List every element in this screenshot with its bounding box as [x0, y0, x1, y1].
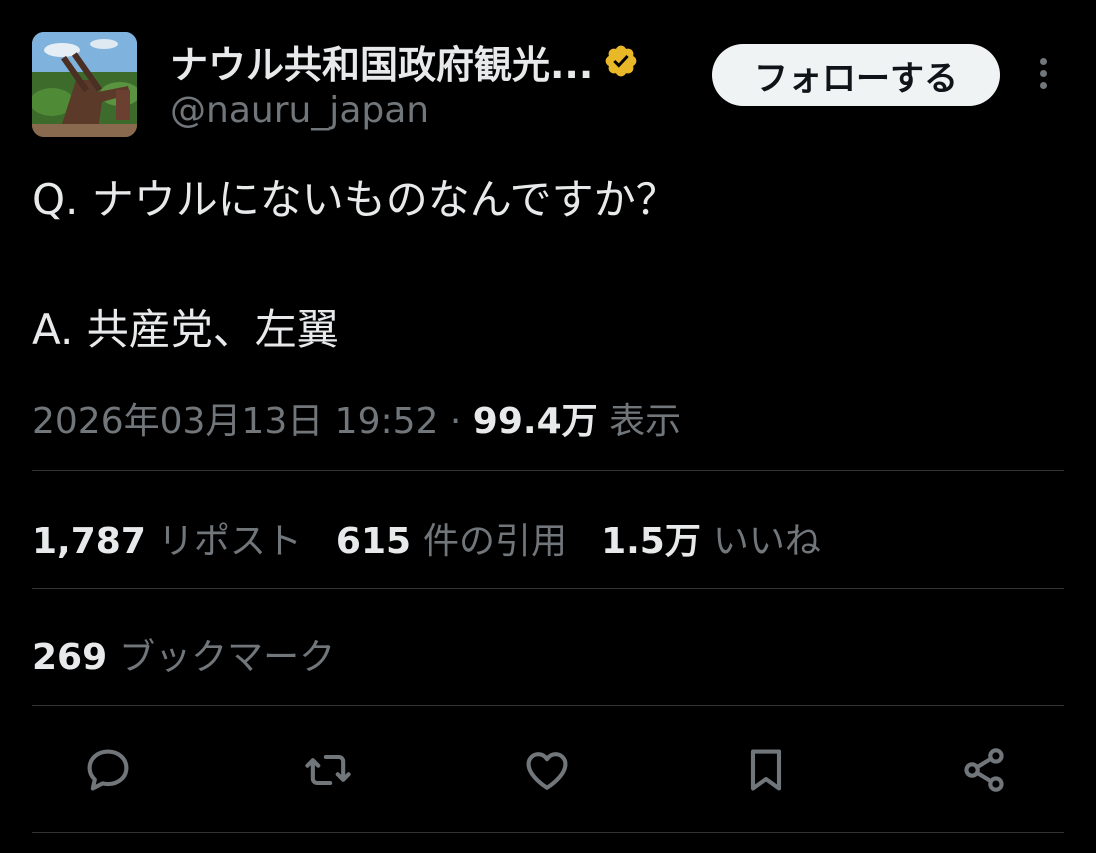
quotes-label: 件の引用	[423, 521, 568, 562]
divider	[32, 705, 1064, 706]
views-label: 表示	[609, 401, 682, 442]
reposts-count: 1,787	[32, 521, 146, 562]
like-icon[interactable]	[519, 742, 575, 798]
meta-separator: ·	[449, 401, 462, 442]
repost-icon[interactable]	[300, 742, 356, 798]
quotes-stat[interactable]: 615 件の引用	[336, 512, 567, 564]
quotes-count: 615	[335, 521, 412, 562]
reposts-stat[interactable]: 1,787 リポスト	[32, 512, 302, 564]
bookmarks-stat[interactable]: 269 ブックマーク	[32, 628, 335, 680]
divider	[32, 470, 1064, 471]
avatar[interactable]	[32, 32, 137, 137]
follow-button[interactable]: フォローする	[712, 44, 1000, 106]
likes-label: いいね	[712, 521, 821, 562]
tweet-meta: 2026年03月13日 19:52 · 99.4万 表示	[32, 392, 681, 444]
name-row: ナウル共和国政府観光...	[170, 34, 639, 89]
views-count: 99.4万	[472, 401, 598, 442]
reposts-label: リポスト	[157, 521, 302, 562]
divider	[32, 588, 1064, 589]
bookmarks-count: 269	[32, 637, 108, 678]
tweet-text-line-2: A. 共産党、左翼	[32, 305, 339, 354]
handle[interactable]: @nauru_japan	[170, 90, 429, 131]
engagement-stats: 1,787 リポスト 615 件の引用 1.5万 いいね	[32, 512, 855, 564]
likes-stat[interactable]: 1.5万 いいね	[601, 512, 821, 564]
tweet-text-line-1: Q. ナウルにないものなんですか？	[32, 175, 678, 224]
tweet-header: ナウル共和国政府観光... @nauru_japan フォローする	[32, 32, 1064, 138]
timestamp[interactable]: 2026年03月13日 19:52	[32, 401, 438, 442]
display-name[interactable]: ナウル共和国政府観光...	[170, 34, 593, 89]
avatar-photo	[32, 32, 137, 137]
verified-badge-icon	[603, 43, 639, 79]
bookmark-icon[interactable]	[738, 742, 794, 798]
likes-count: 1.5万	[601, 521, 701, 562]
share-icon[interactable]	[956, 742, 1012, 798]
divider	[32, 832, 1064, 833]
action-bar	[0, 742, 1096, 798]
bookmarks-label: ブックマーク	[119, 637, 336, 678]
reply-icon[interactable]	[80, 742, 136, 798]
more-vertical-icon[interactable]	[1030, 54, 1056, 98]
